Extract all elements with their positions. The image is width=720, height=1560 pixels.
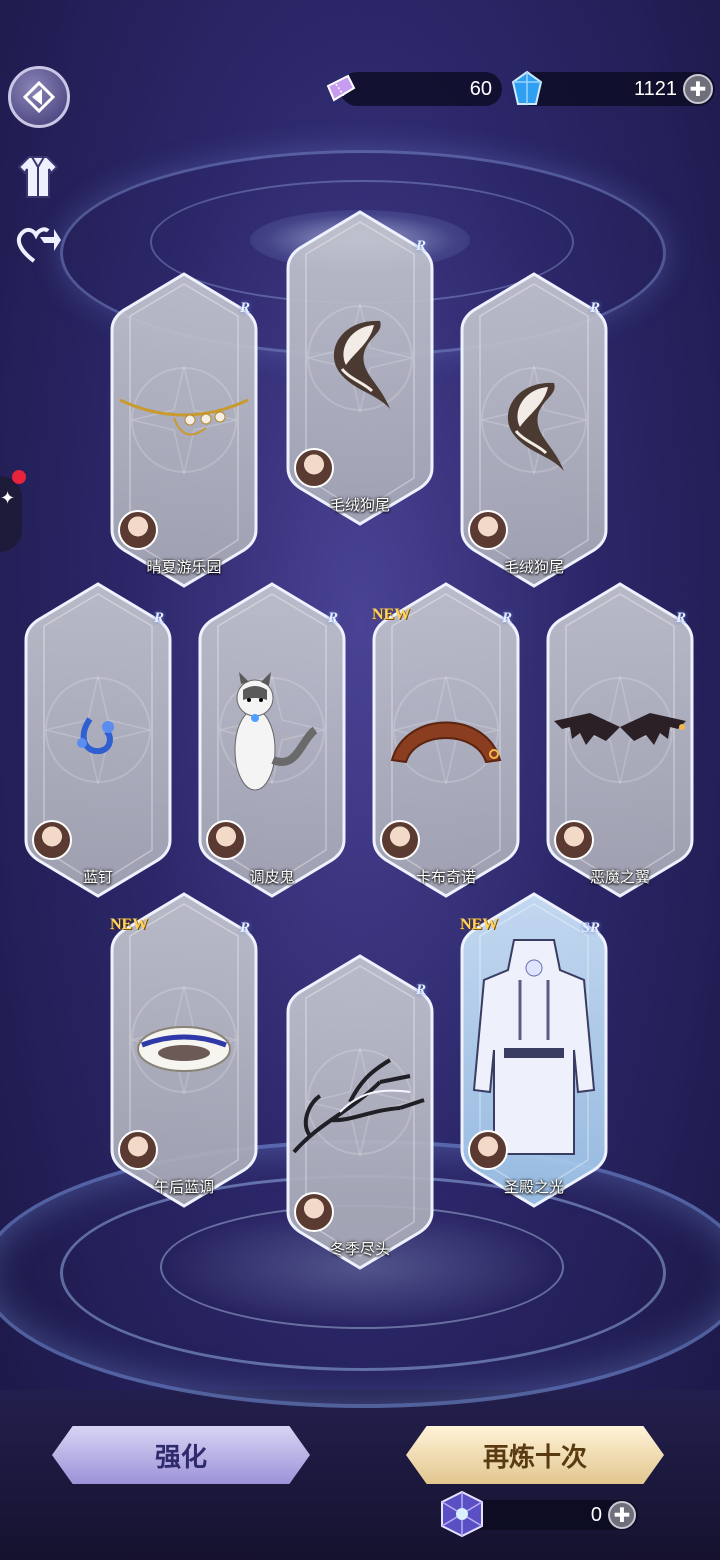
gem-counter: 1121 ✚: [515, 72, 715, 106]
character-avatar: [294, 448, 334, 488]
item-card[interactable]: R 毛绒狗尾: [282, 208, 438, 528]
item-name: 恶魔之翼: [589, 868, 650, 886]
item-card[interactable]: R 蓝钉: [20, 580, 176, 900]
rarity-badge: R: [675, 610, 686, 626]
ticket-value: 60: [469, 78, 492, 100]
new-badge: NEW: [372, 606, 411, 623]
crystal-cube-icon: [441, 1490, 483, 1538]
outfit-button[interactable]: [14, 152, 62, 200]
item-fluffy-tail: [456, 340, 612, 510]
item-card[interactable]: R 冬季尽头: [282, 952, 438, 1272]
item-name: 卡布奇诺: [415, 868, 476, 886]
item-card[interactable]: R NEW 卡布奇诺: [368, 580, 524, 900]
new-badge: NEW: [460, 916, 499, 933]
item-name: 调皮鬼: [249, 868, 295, 886]
item-dark-branches: [282, 1022, 438, 1192]
back-diamond-icon: [22, 80, 56, 114]
refine-ten-button[interactable]: 再炼十次: [406, 1426, 664, 1484]
ticket-counter: 60: [340, 72, 502, 106]
item-bat-wings: [542, 650, 698, 820]
gem-value: 1121: [633, 78, 677, 100]
item-cat: [194, 650, 350, 820]
share-button[interactable]: [14, 220, 62, 268]
character-avatar: [468, 1130, 508, 1170]
item-name: 午后蓝调: [153, 1178, 214, 1196]
item-name: 蓝钉: [82, 868, 113, 886]
rarity-badge: R: [327, 610, 338, 626]
rarity-badge: R: [589, 300, 600, 316]
enhance-label: 强化: [154, 1442, 207, 1473]
item-card[interactable]: R NEW 午后蓝调: [106, 890, 262, 1210]
item-name: 晴夏游乐园: [146, 558, 222, 576]
refine-ten-label: 再炼十次: [482, 1442, 587, 1473]
item-brown-headband: [368, 650, 524, 820]
rarity-badge: SR: [581, 920, 600, 936]
character-avatar: [32, 820, 72, 860]
item-fluffy-tail: [282, 278, 438, 448]
character-avatar: [294, 1192, 334, 1232]
enhance-button[interactable]: 强化: [52, 1426, 310, 1484]
rarity-badge: R: [239, 300, 250, 316]
item-white-hat: [106, 960, 262, 1130]
character-avatar: [118, 1130, 158, 1170]
character-avatar: [206, 820, 246, 860]
rarity-badge: R: [415, 238, 426, 254]
item-name: 毛绒狗尾: [329, 496, 390, 514]
item-name: 圣殿之光: [503, 1178, 564, 1196]
character-avatar: [380, 820, 420, 860]
rarity-badge: R: [501, 610, 512, 626]
character-avatar: [468, 510, 508, 550]
rarity-badge: R: [239, 920, 250, 936]
add-gem-button[interactable]: ✚: [683, 74, 713, 104]
item-card[interactable]: R 恶魔之翼: [542, 580, 698, 900]
item-name: 冬季尽头: [329, 1240, 390, 1258]
sparkle-icon: ✦: [0, 488, 16, 509]
item-white-coat: [456, 939, 612, 1155]
refine-cost-counter: 0 ✚: [470, 1500, 638, 1530]
refine-cost-value: 0: [590, 1504, 602, 1526]
notification-dot: [12, 470, 26, 484]
item-card[interactable]: R 调皮鬼: [194, 580, 350, 900]
item-card[interactable]: R 晴夏游乐园: [106, 270, 262, 590]
rarity-badge: R: [153, 610, 164, 626]
share-heart-icon: [16, 227, 61, 263]
item-gold-necklace: [106, 340, 262, 510]
item-name: 毛绒狗尾: [503, 558, 564, 576]
item-blue-earring: [20, 650, 176, 820]
rarity-badge: R: [415, 982, 426, 998]
new-badge: NEW: [110, 916, 149, 933]
ticket-icon: [326, 74, 356, 102]
item-card[interactable]: SR NEW 圣殿之光: [456, 890, 612, 1210]
item-card[interactable]: R 毛绒狗尾: [456, 270, 612, 590]
character-avatar: [554, 820, 594, 860]
character-avatar: [118, 510, 158, 550]
back-button[interactable]: [8, 66, 70, 128]
add-crystal-button[interactable]: ✚: [608, 1501, 636, 1529]
outfit-icon: [17, 156, 59, 198]
blue-gem-icon: [511, 70, 543, 105]
